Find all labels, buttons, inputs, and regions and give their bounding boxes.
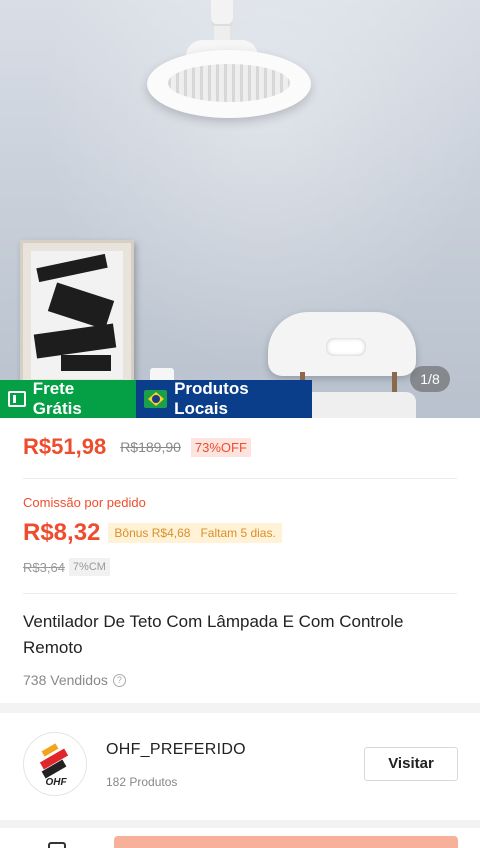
chair-seat bbox=[300, 392, 416, 418]
bonus-amount: Bônus R$4,68 bbox=[114, 526, 191, 540]
discount-badge: 73%OFF bbox=[190, 437, 251, 457]
commission-label: Comissão por pedido bbox=[23, 495, 146, 510]
shop-name[interactable]: OHF_PREFERIDO bbox=[106, 741, 246, 759]
bonus-deadline: Faltam 5 dias. bbox=[200, 526, 276, 540]
divider bbox=[23, 593, 457, 594]
commission-rate-badge: 7%CM bbox=[68, 558, 110, 576]
help-circle-icon[interactable]: ? bbox=[112, 673, 126, 687]
shop-logo-text: OHF bbox=[45, 777, 67, 788]
commission-row: R$8,32 Bônus R$4,68 Faltam 5 dias. bbox=[23, 519, 282, 547]
product-image[interactable] bbox=[0, 0, 480, 418]
section-separator bbox=[0, 703, 480, 713]
free-shipping-badge: Frete Grátis bbox=[0, 379, 136, 418]
sold-count-label: 738 Vendidos bbox=[23, 672, 108, 688]
section-separator bbox=[0, 820, 480, 828]
shop-avatar[interactable]: OHF bbox=[23, 732, 87, 796]
sold-count: 738 Vendidos ? bbox=[23, 672, 126, 688]
bottom-cta-button[interactable] bbox=[114, 836, 458, 848]
chair-handle-slot bbox=[326, 338, 366, 356]
divider bbox=[23, 478, 457, 479]
current-price: R$51,98 bbox=[23, 434, 107, 459]
commission-rate-row: R$3,64 7%CM bbox=[23, 558, 110, 576]
frame-artwork bbox=[31, 251, 123, 379]
commission-value: R$8,32 bbox=[23, 519, 101, 546]
price-row: R$51,98 R$189,90 73%OFF bbox=[23, 434, 251, 460]
picture-frame bbox=[20, 240, 134, 390]
truck-icon bbox=[8, 391, 26, 407]
product-badges: Frete Grátis Produtos Locais bbox=[0, 379, 312, 418]
visit-shop-button[interactable]: Visitar bbox=[364, 747, 458, 781]
fan-grille bbox=[168, 64, 290, 102]
image-counter: 1/8 bbox=[410, 366, 450, 392]
original-price: R$189,90 bbox=[120, 439, 181, 455]
shop-product-count: 182 Produtos bbox=[106, 775, 178, 789]
local-products-badge: Produtos Locais bbox=[136, 379, 312, 418]
bonus-tag: Bônus R$4,68 Faltam 5 dias. bbox=[108, 523, 282, 543]
ceiling-mount bbox=[211, 0, 233, 28]
brazil-flag-icon bbox=[144, 390, 168, 408]
bottom-bar-icon[interactable] bbox=[48, 842, 66, 848]
free-shipping-label: Frete Grátis bbox=[32, 379, 82, 418]
product-title: Ventilador De Teto Com Lâmpada E Com Con… bbox=[23, 612, 404, 657]
old-commission: R$3,64 bbox=[23, 559, 65, 575]
local-products-label: Produtos Locais bbox=[174, 379, 249, 418]
